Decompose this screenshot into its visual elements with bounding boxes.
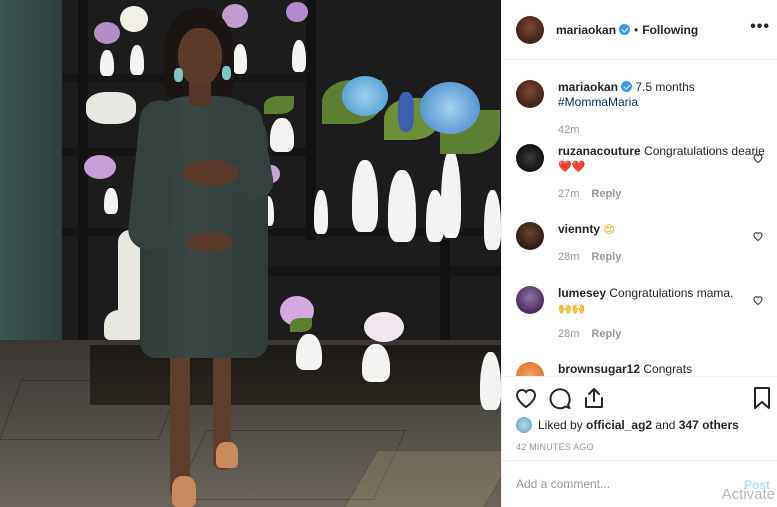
comment-item: lumesey Congratulations mama. 🙌🙌 28m Repl… [516,286,766,340]
reply-button[interactable]: Reply [591,188,621,200]
post-actions: Liked by official_ag2 and 347 others 42 … [502,376,777,460]
activate-windows-watermark: Activate [721,486,775,503]
commenter-username[interactable]: brownsugar12 [558,362,640,376]
comments-list[interactable]: mariaokan 7.5 months #MommaMaria 42m ruz… [502,60,777,376]
verified-badge-icon [621,81,633,92]
commenter-avatar[interactable] [516,362,544,376]
post-header: mariaokan • Following ••• [502,0,777,60]
caption-age[interactable]: 42m [558,124,579,136]
add-comment-input[interactable] [516,477,716,491]
caption: mariaokan 7.5 months #MommaMaria 42m [516,80,766,136]
share-icon[interactable] [582,386,606,410]
author-avatar[interactable] [516,15,544,44]
caption-text: 7.5 months [635,80,695,94]
author-username[interactable]: mariaokan [556,23,616,37]
header-separator: • [634,22,639,37]
reply-button[interactable]: Reply [591,251,621,263]
caption-username[interactable]: mariaokan [558,80,618,94]
comment-like-heart-icon[interactable] [752,230,764,242]
comment-emoji: 😍 [603,223,615,236]
post-viewer: mariaokan • Following ••• mariaokan 7.5 … [0,0,777,507]
comment-age[interactable]: 28m [558,328,579,340]
comment-emoji: 🙌🙌 [558,302,586,315]
comment-icon[interactable] [548,386,572,410]
post-photo[interactable] [0,0,501,507]
likes-others-link[interactable]: 347 others [679,418,739,432]
likes-prefix: Liked by [538,418,583,432]
bookmark-icon[interactable] [750,386,774,410]
likes-summary: Liked by official_ag2 and 347 others [516,417,739,433]
author-avatar[interactable] [516,80,544,108]
commenter-username[interactable]: lumesey [558,286,606,300]
comment-item: viennty 😍 28m Reply [516,222,766,263]
comment-text: Congratulations mama. [609,286,734,300]
post-sidebar: mariaokan • Following ••• mariaokan 7.5 … [501,0,777,507]
comment-age[interactable]: 27m [558,188,579,200]
liker-username[interactable]: official_ag2 [586,418,652,432]
caption-hashtag[interactable]: #MommaMaria [558,95,638,109]
comment-like-heart-icon[interactable] [752,152,764,164]
comment-age[interactable]: 28m [558,251,579,263]
comment-like-heart-icon[interactable] [752,294,764,306]
comment-item: ruzanacouture Congratulations dearie ❤️❤… [516,144,766,200]
comment-emoji: ❤️❤️ [558,160,586,173]
comment-text: Congratulations dearie [644,144,765,158]
commenter-username[interactable]: viennty [558,222,600,236]
post-timestamp[interactable]: 42 MINUTES AGO [516,442,594,452]
likes-joiner: and [655,418,676,432]
heart-icon[interactable] [514,386,538,410]
verified-badge-icon [619,24,631,35]
commenter-avatar[interactable] [516,144,544,172]
reply-button[interactable]: Reply [591,328,621,340]
comment-text: Congrats [643,362,693,376]
liker-avatar[interactable] [516,417,532,433]
commenter-avatar[interactable] [516,286,544,314]
comment-item: brownsugar12 Congrats [516,362,766,376]
commenter-username[interactable]: ruzanacouture [558,144,641,158]
more-options-icon[interactable]: ••• [750,18,770,36]
commenter-avatar[interactable] [516,222,544,250]
following-button[interactable]: Following [642,23,698,37]
